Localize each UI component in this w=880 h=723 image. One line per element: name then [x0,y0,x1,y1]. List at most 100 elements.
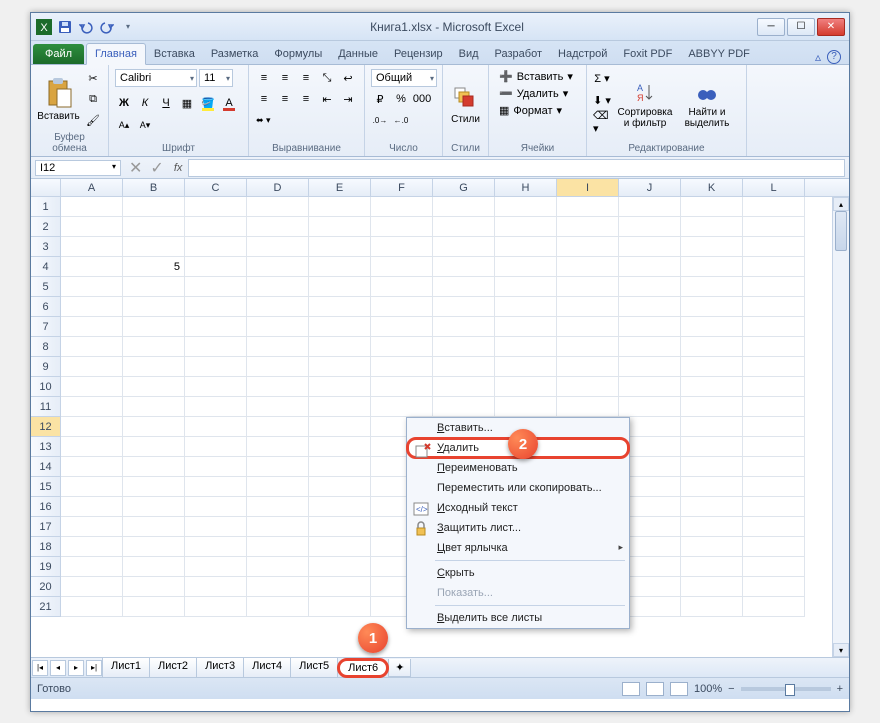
cell[interactable] [371,237,433,257]
cell[interactable] [495,257,557,277]
align-top-icon[interactable]: ≡ [255,69,273,87]
cell[interactable] [309,317,371,337]
cell[interactable] [185,217,247,237]
tab-data[interactable]: Данные [330,44,386,64]
cell[interactable] [743,357,805,377]
cell[interactable] [743,297,805,317]
cell[interactable] [681,517,743,537]
row-header[interactable]: 1 [31,197,61,217]
cell[interactable] [619,217,681,237]
maximize-button[interactable]: ☐ [787,18,815,36]
copy-icon[interactable]: ⧉ [84,90,102,108]
cell[interactable] [309,517,371,537]
formula-bar[interactable] [188,159,845,177]
cell[interactable] [309,537,371,557]
cell[interactable] [557,337,619,357]
cell[interactable] [61,477,123,497]
cell[interactable] [681,217,743,237]
zoom-slider[interactable] [741,687,831,691]
cell[interactable] [61,217,123,237]
page-layout-view-icon[interactable] [646,682,664,696]
cut-icon[interactable]: ✂ [84,69,102,87]
cell[interactable] [619,397,681,417]
cell[interactable] [557,317,619,337]
cell[interactable] [557,237,619,257]
cell[interactable] [123,517,185,537]
cell[interactable] [619,357,681,377]
cell[interactable] [123,237,185,257]
cell[interactable] [61,537,123,557]
cell[interactable] [247,457,309,477]
cell[interactable] [681,337,743,357]
cell[interactable] [681,577,743,597]
page-break-view-icon[interactable] [670,682,688,696]
column-header[interactable]: G [433,179,495,196]
column-header[interactable]: H [495,179,557,196]
sheet-tab[interactable]: Лист2 [149,658,197,678]
cell[interactable] [61,317,123,337]
cell[interactable] [495,337,557,357]
fill-icon[interactable]: ⬇ ▾ [593,91,611,109]
cell[interactable] [681,477,743,497]
cell[interactable] [309,297,371,317]
tab-insert[interactable]: Вставка [146,44,203,64]
select-all-corner[interactable] [31,179,61,196]
cell[interactable] [247,277,309,297]
format-cells-button[interactable]: ▦Формат ▾ [495,103,580,118]
cell[interactable] [185,557,247,577]
cell[interactable] [123,217,185,237]
row-header[interactable]: 12 [31,417,61,437]
cell[interactable] [123,377,185,397]
decrease-decimal-icon[interactable]: ←.0 [392,111,410,129]
cell[interactable] [123,557,185,577]
cell[interactable] [61,337,123,357]
cell[interactable] [557,217,619,237]
column-header[interactable]: I [557,179,619,196]
sort-filter-button[interactable]: АЯ Сортировка и фильтр [615,69,675,141]
cell[interactable] [371,197,433,217]
row-header[interactable]: 15 [31,477,61,497]
align-middle-icon[interactable]: ≡ [276,69,294,87]
cell[interactable] [495,397,557,417]
cell[interactable] [61,257,123,277]
row-header[interactable]: 20 [31,577,61,597]
cell[interactable] [557,357,619,377]
cell[interactable] [743,197,805,217]
scroll-up-icon[interactable]: ▴ [833,197,849,211]
cm-rename[interactable]: Переименовать [407,458,629,478]
normal-view-icon[interactable] [622,682,640,696]
format-painter-icon[interactable]: 🖌 [84,111,102,129]
sheet-tab[interactable]: Лист6 [337,658,389,678]
cell[interactable] [743,237,805,257]
cell[interactable] [681,497,743,517]
cell[interactable] [247,517,309,537]
row-header[interactable]: 5 [31,277,61,297]
cell[interactable] [433,257,495,277]
cell[interactable] [61,597,123,617]
cell[interactable] [309,597,371,617]
cell[interactable] [185,357,247,377]
row-header[interactable]: 17 [31,517,61,537]
bold-icon[interactable]: Ж [115,94,133,112]
cell[interactable] [743,217,805,237]
clear-icon[interactable]: ⌫ ▾ [593,113,611,131]
row-header[interactable]: 13 [31,437,61,457]
border-icon[interactable]: ▦ [178,94,196,112]
column-header[interactable]: D [247,179,309,196]
cell[interactable] [309,277,371,297]
cell[interactable] [371,257,433,277]
cm-select-all[interactable]: Выделить все листы [407,608,629,628]
cell[interactable] [61,417,123,437]
italic-icon[interactable]: К [136,94,154,112]
cell[interactable] [185,377,247,397]
cell[interactable] [557,257,619,277]
font-color-icon[interactable]: A [220,94,238,112]
cell[interactable] [61,577,123,597]
cell[interactable] [681,197,743,217]
cell[interactable] [433,317,495,337]
cell[interactable] [247,497,309,517]
cell[interactable] [247,337,309,357]
row-header[interactable]: 19 [31,557,61,577]
save-icon[interactable] [56,18,74,36]
cell[interactable] [681,317,743,337]
